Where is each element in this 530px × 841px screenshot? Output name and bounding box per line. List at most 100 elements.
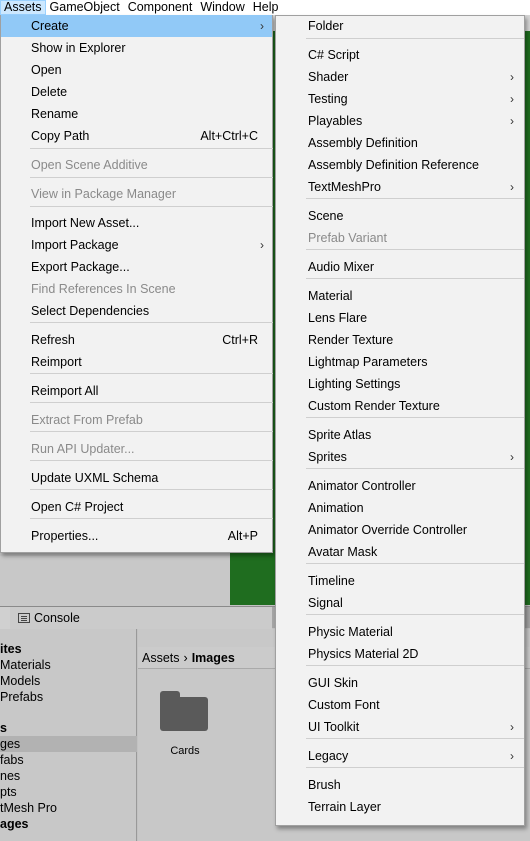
tree-item[interactable]: Models bbox=[0, 673, 137, 689]
tree-item[interactable]: nes bbox=[0, 768, 137, 784]
create-item-prefab-variant: Prefab Variant bbox=[276, 227, 524, 249]
create-item-timeline[interactable]: Timeline bbox=[276, 570, 524, 592]
create-item-ui-toolkit[interactable]: UI Toolkit › bbox=[276, 716, 524, 738]
create-item-render-texture[interactable]: Render Texture bbox=[276, 329, 524, 351]
menu-item-export-package[interactable]: Export Package... bbox=[1, 256, 272, 278]
menubar-window[interactable]: Window bbox=[196, 0, 248, 15]
menu-item-label: Animator Controller bbox=[308, 479, 416, 493]
menu-item-label: Render Texture bbox=[308, 333, 394, 347]
menubar-gameobject[interactable]: GameObject bbox=[46, 0, 124, 15]
menu-separator bbox=[30, 402, 273, 403]
create-item-testing[interactable]: Testing › bbox=[276, 88, 524, 110]
menu-separator bbox=[30, 322, 273, 323]
menu-item-reimport[interactable]: Reimport bbox=[1, 351, 272, 373]
menu-item-label: Open Scene Additive bbox=[31, 158, 148, 172]
menu-item-label: Rename bbox=[31, 107, 79, 121]
menu-item-reimport-all[interactable]: Reimport All bbox=[1, 380, 272, 402]
create-item-legacy[interactable]: Legacy › bbox=[276, 745, 524, 767]
tree-item[interactable]: s bbox=[0, 720, 137, 736]
create-item-terrain-layer[interactable]: Terrain Layer bbox=[276, 796, 524, 818]
menu-item-rename[interactable]: Rename bbox=[1, 103, 272, 125]
create-item-audio-mixer[interactable]: Audio Mixer bbox=[276, 256, 524, 278]
create-item-assembly-definition[interactable]: Assembly Definition bbox=[276, 132, 524, 154]
create-item-folder[interactable]: Folder bbox=[276, 15, 524, 37]
create-item-animator-controller[interactable]: Animator Controller bbox=[276, 475, 524, 497]
menu-item-label: Material bbox=[308, 289, 353, 303]
menu-item-select-dependencies[interactable]: Select Dependencies bbox=[1, 300, 272, 322]
menu-item-import-package[interactable]: Import Package › bbox=[1, 234, 272, 256]
console-tab[interactable]: Console bbox=[10, 607, 272, 629]
menu-item-properties[interactable]: Properties... Alt+P bbox=[1, 525, 272, 547]
menu-item-label: Prefab Variant bbox=[308, 231, 387, 245]
create-item-assembly-definition-reference[interactable]: Assembly Definition Reference bbox=[276, 154, 524, 176]
create-item-sprites[interactable]: Sprites › bbox=[276, 446, 524, 468]
create-item-sprite-atlas[interactable]: Sprite Atlas bbox=[276, 424, 524, 446]
create-item-lens-flare[interactable]: Lens Flare bbox=[276, 307, 524, 329]
create-item-material[interactable]: Material bbox=[276, 285, 524, 307]
menu-item-label: Delete bbox=[31, 85, 68, 99]
menu-item-open-scene-additive: Open Scene Additive bbox=[1, 154, 272, 176]
menu-item-show-in-explorer[interactable]: Show in Explorer bbox=[1, 37, 272, 59]
create-item-custom-render-texture[interactable]: Custom Render Texture bbox=[276, 395, 524, 417]
tree-item[interactable]: Prefabs bbox=[0, 689, 137, 705]
create-item-scene[interactable]: Scene bbox=[276, 205, 524, 227]
tree-item[interactable]: ges bbox=[0, 736, 137, 752]
menu-item-label: Sprites bbox=[308, 450, 347, 464]
menu-item-label: Shader bbox=[308, 70, 349, 84]
create-item-playables[interactable]: Playables › bbox=[276, 110, 524, 132]
create-item-animator-override-controller[interactable]: Animator Override Controller bbox=[276, 519, 524, 541]
create-item-c-script[interactable]: C# Script bbox=[276, 44, 524, 66]
menu-item-view-in-package-manager: View in Package Manager bbox=[1, 183, 272, 205]
create-item-lighting-settings[interactable]: Lighting Settings bbox=[276, 373, 524, 395]
menu-item-label: Terrain Layer bbox=[308, 800, 381, 814]
menu-item-label: Reimport All bbox=[31, 384, 99, 398]
create-item-avatar-mask[interactable]: Avatar Mask bbox=[276, 541, 524, 563]
tree-item[interactable]: ites bbox=[0, 641, 137, 657]
create-submenu: Folder C# Script Shader › Testing › Playables ›… bbox=[275, 15, 525, 826]
tree-item[interactable]: pts bbox=[0, 784, 137, 800]
menu-separator bbox=[306, 198, 524, 199]
tree-item[interactable]: tMesh Pro bbox=[0, 800, 137, 816]
menu-item-import-new-asset[interactable]: Import New Asset... bbox=[1, 212, 272, 234]
menu-item-open-c-project[interactable]: Open C# Project bbox=[1, 496, 272, 518]
menu-item-create[interactable]: Create › bbox=[1, 15, 272, 37]
menu-item-copy-path[interactable]: Copy Path Alt+Ctrl+C bbox=[1, 125, 272, 147]
create-item-brush[interactable]: Brush bbox=[276, 774, 524, 796]
menubar-assets[interactable]: Assets bbox=[0, 0, 46, 15]
tree-item[interactable]: fabs bbox=[0, 752, 137, 768]
create-item-physic-material[interactable]: Physic Material bbox=[276, 621, 524, 643]
tree-item[interactable]: ages bbox=[0, 816, 137, 832]
menu-item-extract-from-prefab: Extract From Prefab bbox=[1, 409, 272, 431]
create-item-lightmap-parameters[interactable]: Lightmap Parameters bbox=[276, 351, 524, 373]
create-item-textmeshpro[interactable]: TextMeshPro › bbox=[276, 176, 524, 198]
menu-item-label: Refresh bbox=[31, 333, 75, 347]
menu-item-label: TextMeshPro bbox=[308, 180, 381, 194]
menu-separator bbox=[30, 489, 273, 490]
menu-item-delete[interactable]: Delete bbox=[1, 81, 272, 103]
menubar-component[interactable]: Component bbox=[124, 0, 197, 15]
create-item-gui-skin[interactable]: GUI Skin bbox=[276, 672, 524, 694]
menu-item-open[interactable]: Open bbox=[1, 59, 272, 81]
create-item-shader[interactable]: Shader › bbox=[276, 66, 524, 88]
create-item-animation[interactable]: Animation bbox=[276, 497, 524, 519]
tree-item[interactable]: Materials bbox=[0, 657, 137, 673]
menu-item-label: Animation bbox=[308, 501, 364, 515]
breadcrumb-root[interactable]: Assets bbox=[142, 651, 180, 665]
menu-separator bbox=[306, 665, 524, 666]
create-item-physics-material-2d[interactable]: Physics Material 2D bbox=[276, 643, 524, 665]
chevron-right-icon: › bbox=[510, 70, 514, 84]
breadcrumb-current[interactable]: Images bbox=[192, 651, 235, 665]
menu-item-update-uxml-schema[interactable]: Update UXML Schema bbox=[1, 467, 272, 489]
project-tab-edge[interactable] bbox=[0, 607, 10, 629]
console-icon bbox=[18, 613, 30, 623]
menu-item-shortcut: Alt+P bbox=[227, 529, 258, 543]
menu-separator bbox=[30, 431, 273, 432]
create-item-custom-font[interactable]: Custom Font bbox=[276, 694, 524, 716]
chevron-right-icon: › bbox=[260, 19, 264, 33]
create-item-signal[interactable]: Signal bbox=[276, 592, 524, 614]
menubar-help[interactable]: Help bbox=[249, 0, 283, 15]
menu-item-label: Scene bbox=[308, 209, 344, 223]
menu-item-refresh[interactable]: Refresh Ctrl+R bbox=[1, 329, 272, 351]
menu-item-label: Physic Material bbox=[308, 625, 393, 639]
menu-separator bbox=[306, 468, 524, 469]
